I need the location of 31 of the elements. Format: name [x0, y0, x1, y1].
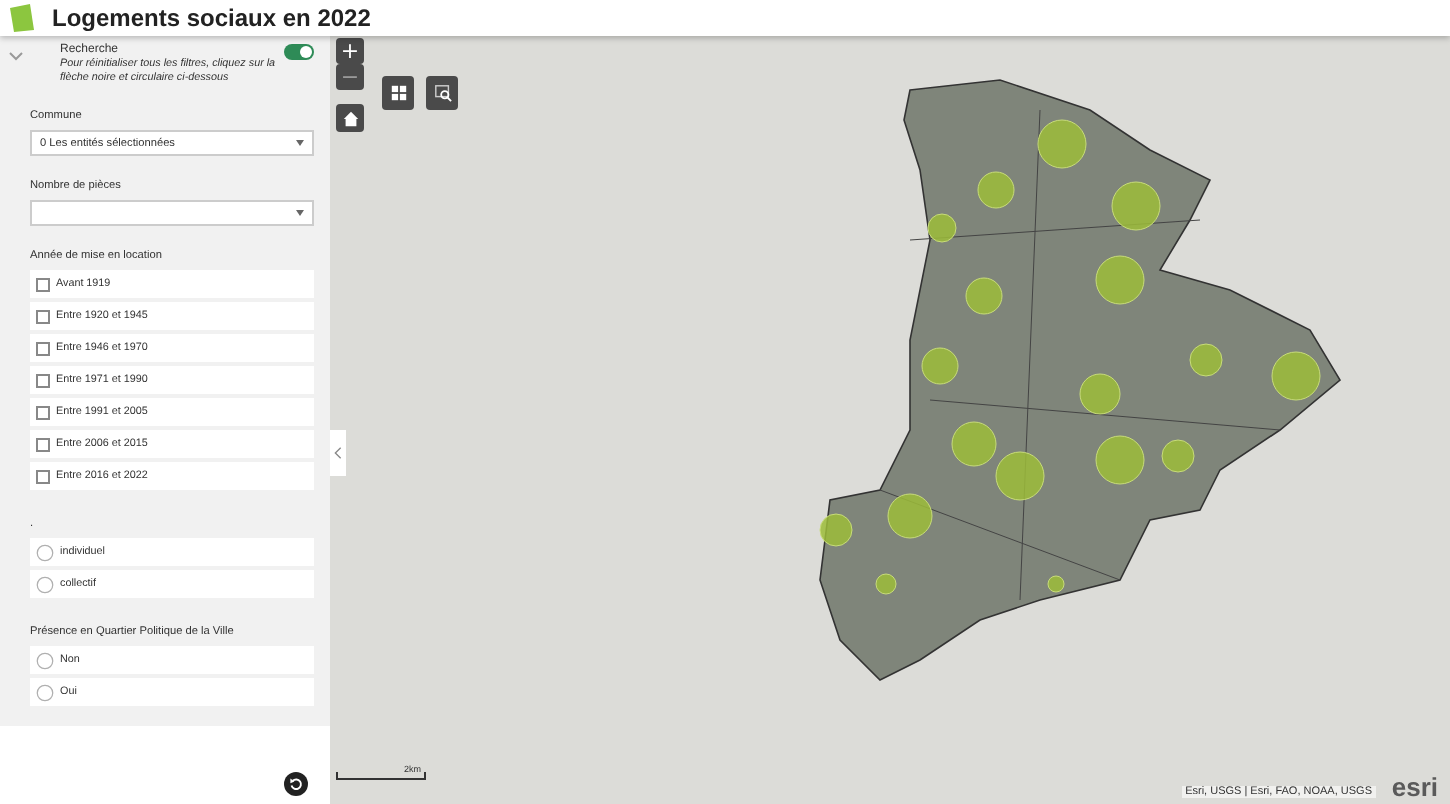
map-logo: esri [1391, 772, 1438, 802]
checkbox[interactable] [36, 437, 50, 451]
checkbox[interactable] [36, 309, 50, 323]
radio-button[interactable] [36, 683, 54, 701]
logo-icon [8, 4, 36, 32]
dropdown-field[interactable] [30, 200, 314, 226]
legend-button[interactable] [382, 76, 414, 110]
radio-button[interactable] [36, 651, 54, 669]
checkbox[interactable] [36, 405, 50, 419]
search-icon [433, 84, 451, 102]
reset-icon [288, 776, 304, 792]
scale-bar [336, 772, 426, 780]
checkbox[interactable] [36, 469, 50, 483]
reset-button[interactable] [284, 772, 308, 796]
zoom-in-button[interactable]: + [336, 38, 364, 64]
radio-button[interactable] [36, 575, 54, 593]
app-title: Logements sociaux en 2022 [52, 4, 371, 32]
grid-icon [389, 84, 407, 102]
toggle-switch[interactable] [284, 44, 314, 60]
checkbox[interactable] [36, 277, 50, 291]
chevron-icon[interactable] [8, 48, 24, 64]
map-search-button[interactable] [426, 76, 458, 110]
radio-button[interactable] [36, 543, 54, 561]
chevron-icon [334, 446, 342, 460]
caret-icon [296, 210, 304, 216]
collapse-button[interactable] [330, 430, 346, 476]
home-icon [341, 109, 359, 127]
checkbox[interactable] [36, 341, 50, 355]
caret-icon [296, 140, 304, 146]
home-button[interactable] [336, 104, 364, 132]
checkbox[interactable] [36, 373, 50, 387]
